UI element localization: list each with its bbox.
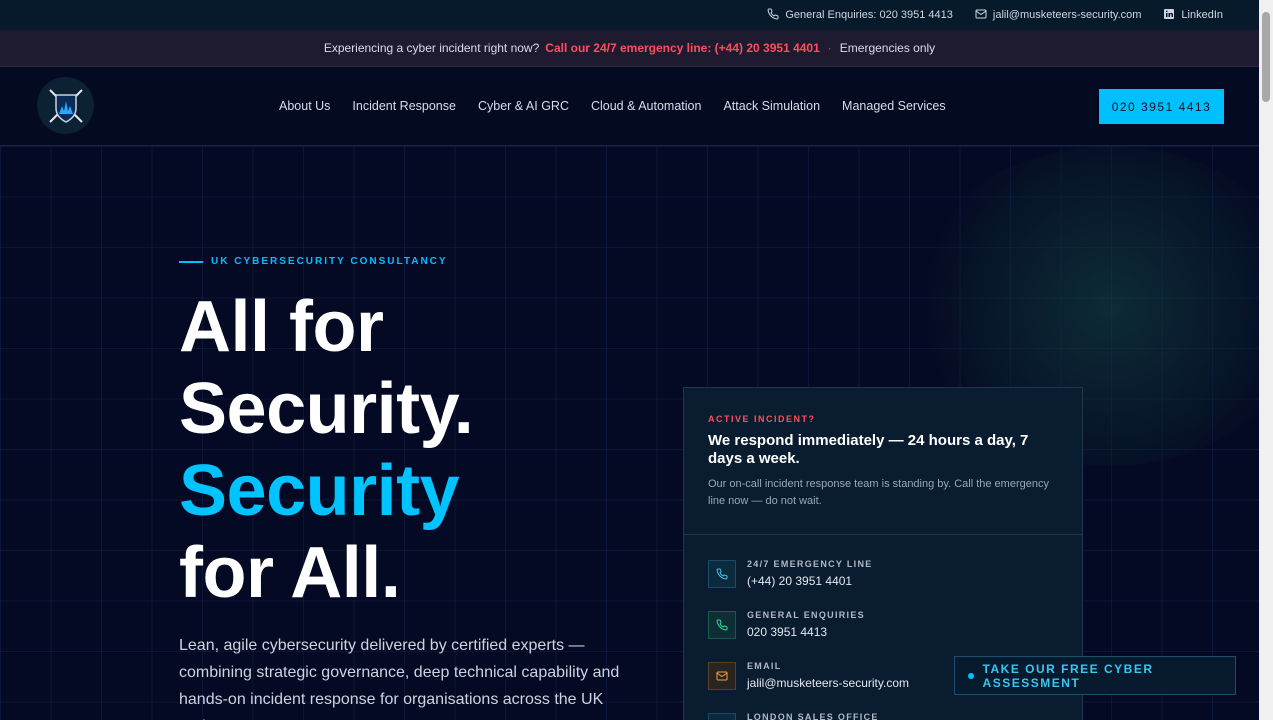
linkedin-text: LinkedIn <box>1181 9 1223 21</box>
alert-suffix: Emergencies only <box>839 41 936 55</box>
email-text: jalil@musketeers-security.com <box>992 9 1142 21</box>
eyebrow-line <box>179 260 203 263</box>
eyebrow-text: UK CYBERSECURITY CONSULTANCY <box>211 256 448 267</box>
contact-value: (+44) 20 3951 4401 <box>747 574 853 588</box>
linkedin-link[interactable]: LinkedIn <box>1163 8 1223 23</box>
general-enquiries-link[interactable]: General Enquiries: 020 3951 4413 <box>767 7 953 23</box>
nav-item-attack-simulation[interactable]: Attack Simulation <box>723 99 820 113</box>
nav-item-about-us[interactable]: About Us <box>279 99 330 113</box>
free-assessment-button[interactable]: TAKE OUR FREE CYBER ASSESSMENT <box>954 656 1236 695</box>
contact-label: LONDON SALES OFFICE <box>747 712 879 720</box>
incident-card-subtitle: Our on-call incident response team is st… <box>708 478 1049 507</box>
mail-icon <box>975 8 987 23</box>
linkedin-icon <box>1163 8 1175 23</box>
contact-label: 24/7 EMERGENCY LINE <box>747 559 873 569</box>
incident-card-title: We respond immediately — 24 hours a day,… <box>708 432 1029 467</box>
phone-icon <box>708 560 736 588</box>
general-enquiries-text: General Enquiries: 020 3951 4413 <box>785 9 953 21</box>
hero-section: UK CYBERSECURITY CONSULTANCY All for Sec… <box>0 146 1259 720</box>
contact-general-enquiries[interactable]: GENERAL ENQUIRIES 020 3951 4413 <box>708 610 1058 639</box>
nav-item-cyber-ai-grc[interactable]: Cyber & AI GRC <box>478 99 569 113</box>
top-contact-bar: General Enquiries: 020 3951 4413 jalil@m… <box>0 0 1259 30</box>
contact-label: GENERAL ENQUIRIES <box>747 610 865 620</box>
incident-tag: ACTIVE INCIDENT? <box>708 414 816 424</box>
nav-item-incident-response[interactable]: Incident Response <box>352 99 456 113</box>
assessment-label: TAKE OUR FREE CYBER ASSESSMENT <box>982 661 1154 690</box>
logo[interactable] <box>37 77 94 134</box>
contact-value: jalil@musketeers-security.com <box>747 676 909 690</box>
nav-item-cloud-automation[interactable]: Cloud & Automation <box>591 99 702 113</box>
location-icon <box>708 713 736 720</box>
contact-value: 020 3951 4413 <box>747 625 828 639</box>
call-phone-button[interactable]: 020 3951 4413 <box>1099 89 1224 124</box>
headline-line-3-accent: Security <box>179 451 460 531</box>
mail-icon <box>708 662 736 690</box>
contact-label: EMAIL <box>747 661 782 671</box>
headline-line-1: All for <box>179 287 384 367</box>
bullet-dot-icon <box>968 672 974 679</box>
separator-dot: · <box>827 41 832 55</box>
alert-prefix: Experiencing a cyber incident right now? <box>323 41 540 55</box>
scrollbar-thumb[interactable] <box>1262 12 1270 102</box>
emergency-line-link[interactable]: Call our 24/7 emergency line: (+44) 20 3… <box>545 41 820 55</box>
main-navigation: About Us Incident Response Cyber & AI GR… <box>0 67 1259 146</box>
hero-description: Lean, agile cybersecurity delivered by c… <box>179 637 620 720</box>
hero-eyebrow: UK CYBERSECURITY CONSULTANCY <box>179 256 448 267</box>
incident-card-header: ACTIVE INCIDENT? We respond immediately … <box>684 388 1082 535</box>
page-scrollbar[interactable] <box>1259 0 1273 720</box>
shield-crest-icon <box>48 88 83 123</box>
phone-icon <box>767 7 779 23</box>
email-link[interactable]: jalil@musketeers-security.com <box>975 8 1142 23</box>
phone-icon <box>708 611 736 639</box>
headline-line-2: Security. <box>179 369 474 449</box>
hero-headline: All for Security. Security for All. <box>179 286 474 614</box>
nav-menu: About Us Incident Response Cyber & AI GR… <box>279 67 946 145</box>
emergency-alert-bar: Experiencing a cyber incident right now?… <box>0 30 1259 67</box>
headline-line-4: for All. <box>179 533 401 613</box>
contact-emergency-line[interactable]: 24/7 EMERGENCY LINE (+44) 20 3951 4401 <box>708 559 1058 588</box>
contact-london-office[interactable]: LONDON SALES OFFICE <box>708 712 1058 720</box>
nav-item-managed-services[interactable]: Managed Services <box>842 99 946 113</box>
